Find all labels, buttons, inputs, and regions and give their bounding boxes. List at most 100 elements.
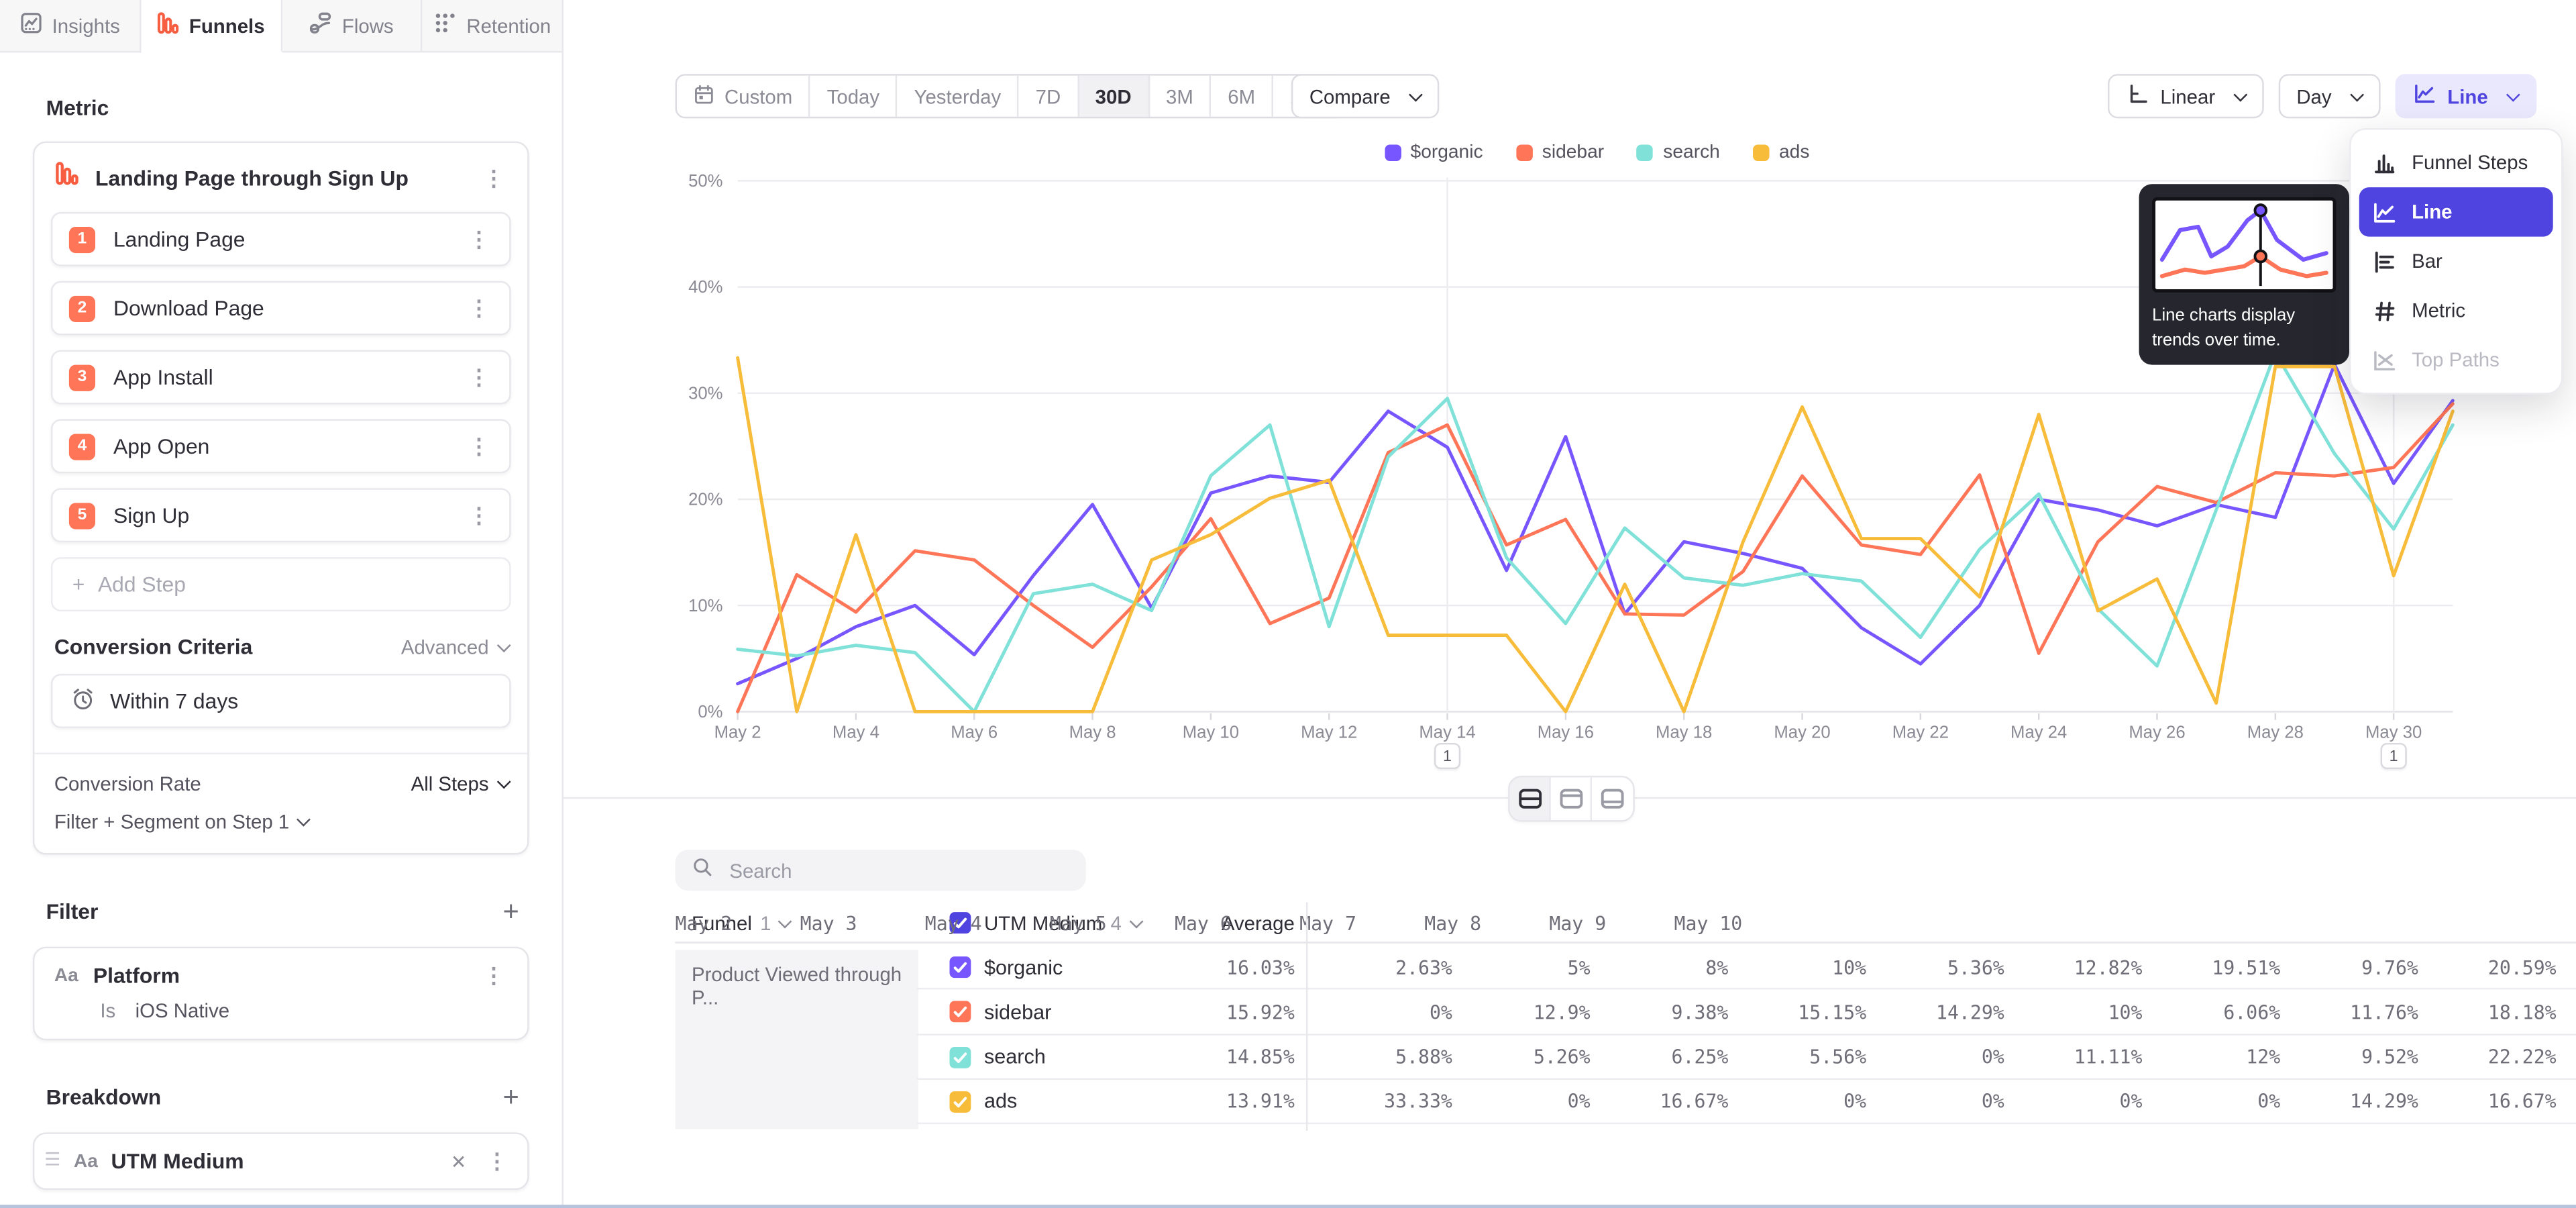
legend-item-organic[interactable]: $organic — [1384, 143, 1483, 162]
date-column-header-may-8[interactable]: May 8 — [1424, 911, 1549, 934]
average-value: 14.85% — [1226, 1035, 1295, 1080]
value-cell: 0% — [1568, 1079, 1591, 1124]
series-line-sidebar[interactable] — [738, 404, 2453, 712]
date-column-header-may-5[interactable]: May 5 — [1050, 911, 1175, 934]
tab-funnels[interactable]: Funnels — [141, 0, 282, 52]
series-line-organic[interactable] — [738, 364, 2453, 684]
menu-item-funnel-steps[interactable]: Funnel Steps — [2359, 138, 2553, 187]
value-cell: 12.9% — [1534, 990, 1591, 1035]
breakdown-kebab-icon[interactable]: ⋮ — [483, 1150, 511, 1172]
tab-label: Insights — [52, 14, 120, 37]
report-type-tabs: Insights Funnels Flows Retention — [0, 0, 564, 52]
step-kebab-icon[interactable]: ⋮ — [465, 366, 493, 388]
table-row-sidebar[interactable]: sidebar15.92%0%12.9%9.38%15.15%14.29%10%… — [917, 990, 2576, 1035]
conversion-rate-steps-dropdown[interactable]: All Steps — [411, 772, 508, 795]
svg-text:May 4: May 4 — [833, 723, 879, 742]
legend-item-search[interactable]: search — [1637, 143, 1720, 162]
tab-insights[interactable]: Insights — [0, 0, 141, 52]
date-column-header-may-2[interactable]: May 2 — [676, 911, 800, 934]
add-breakdown-button[interactable]: + — [503, 1083, 519, 1111]
value-cell: 0% — [2257, 1079, 2280, 1124]
tooltip-text: Line charts display trends over time. — [2152, 304, 2336, 352]
menu-item-metric[interactable]: Metric — [2359, 286, 2553, 335]
svg-text:0%: 0% — [698, 703, 722, 721]
conversion-window-button[interactable]: Within 7 days — [51, 674, 511, 728]
value-cell: 14.29% — [2350, 1079, 2418, 1124]
row-checkbox[interactable] — [950, 957, 971, 978]
filter-segment-dropdown[interactable]: Filter + Segment on Step 1 — [34, 795, 527, 853]
filter-value[interactable]: iOS Native — [136, 999, 229, 1022]
annotation-badge-may-14[interactable]: 1 — [1434, 743, 1460, 769]
breakdown-card[interactable]: ☰ Aa UTM Medium ✕ ⋮ — [33, 1132, 529, 1190]
value-cell: 19.51% — [2212, 945, 2280, 990]
step-kebab-icon[interactable]: ⋮ — [465, 505, 493, 526]
date-column-header-may-9[interactable]: May 9 — [1549, 911, 1674, 934]
date-column-header-may-6[interactable]: May 6 — [1175, 911, 1299, 934]
funnel-step-5[interactable]: 5Sign Up⋮ — [51, 488, 511, 542]
date-column-header-may-4[interactable]: May 4 — [925, 911, 1050, 934]
metric-kebab-icon[interactable]: ⋮ — [480, 167, 508, 189]
retention-icon — [433, 11, 456, 40]
legend-swatch — [1384, 145, 1400, 161]
funnel-step-4[interactable]: 4App Open⋮ — [51, 419, 511, 473]
remove-breakdown-icon[interactable]: ✕ — [447, 1150, 470, 1172]
menu-item-label: Metric — [2412, 299, 2465, 322]
filter-operator[interactable]: Is — [100, 999, 115, 1022]
funnel-step-2[interactable]: 2Download Page⋮ — [51, 281, 511, 336]
tab-label: Flows — [342, 14, 394, 37]
legend-item-sidebar[interactable]: sidebar — [1516, 143, 1605, 162]
value-cell: 10% — [2108, 990, 2143, 1035]
table-row-ads[interactable]: ads13.91%33.33%0%16.67%0%0%0%0%14.29%16.… — [917, 1079, 2576, 1124]
advanced-dropdown[interactable]: Advanced — [401, 636, 508, 658]
value-cell: 5.56% — [1809, 1035, 1866, 1080]
bar-chart-icon — [2372, 249, 2397, 274]
add-step-button[interactable]: + Add Step — [51, 557, 511, 611]
value-cell: 9.76% — [2361, 945, 2418, 990]
menu-item-bar[interactable]: Bar — [2359, 237, 2553, 286]
series-line-ads[interactable] — [738, 358, 2453, 711]
search-input[interactable] — [726, 857, 1069, 883]
value-cell: 18.18% — [2488, 990, 2557, 1035]
row-checkbox[interactable] — [950, 1046, 971, 1068]
date-column-header-may-3[interactable]: May 3 — [800, 911, 925, 934]
value-cell: 16.67% — [1660, 1079, 1729, 1124]
table-row-search[interactable]: search14.85%5.88%5.26%6.25%5.56%0%11.11%… — [917, 1035, 2576, 1080]
funnels-icon — [156, 11, 179, 40]
funnel-step-3[interactable]: 3App Install⋮ — [51, 350, 511, 405]
value-cell: 20.59% — [2488, 945, 2557, 990]
step-label: App Install — [113, 365, 465, 390]
date-column-header-may-7[interactable]: May 7 — [1299, 911, 1424, 934]
add-filter-button[interactable]: + — [503, 897, 519, 925]
legend-item-ads[interactable]: ads — [1753, 143, 1810, 162]
step-kebab-icon[interactable]: ⋮ — [465, 297, 493, 319]
menu-item-line[interactable]: Line — [2359, 187, 2553, 236]
drag-handle-icon[interactable]: ☰ — [44, 1152, 60, 1170]
value-cell: 16.67% — [2488, 1079, 2557, 1124]
breakdown-property-name: UTM Medium — [111, 1149, 434, 1174]
svg-text:50%: 50% — [688, 172, 722, 191]
funnel-name-cell[interactable]: Product Viewed through P... — [676, 950, 918, 1129]
step-label: Download Page — [113, 296, 465, 321]
value-cell: 0% — [2120, 1079, 2143, 1124]
value-cell: 0% — [1843, 1079, 1866, 1124]
line-chart[interactable]: 0%10%20%30%40%50%May 2May 4May 6May 8May… — [564, 0, 2576, 789]
step-kebab-icon[interactable]: ⋮ — [465, 228, 493, 250]
filter-card[interactable]: Aa Platform ⋮ Is iOS Native — [33, 947, 529, 1041]
table-row-organic[interactable]: $organic16.03%2.63%5%8%10%5.36%12.82%19.… — [917, 945, 2576, 990]
tab-flows[interactable]: Flows — [282, 0, 423, 52]
conversion-rate-label: Conversion Rate — [54, 772, 201, 795]
step-kebab-icon[interactable]: ⋮ — [465, 436, 493, 457]
date-column-header-may-10[interactable]: May 10 — [1674, 911, 1799, 934]
line-chart-icon — [2372, 200, 2397, 225]
annotation-badge-may-30[interactable]: 1 — [2381, 743, 2407, 769]
legend-swatch — [1637, 145, 1653, 161]
tab-retention[interactable]: Retention — [423, 0, 564, 52]
row-checkbox[interactable] — [950, 1001, 971, 1023]
filter-kebab-icon[interactable]: ⋮ — [480, 965, 508, 987]
chevron-down-icon — [496, 775, 509, 788]
row-checkbox[interactable] — [950, 1091, 971, 1113]
funnel-step-1[interactable]: 1Landing Page⋮ — [51, 212, 511, 266]
value-cell: 6.25% — [1672, 1035, 1729, 1080]
svg-text:May 24: May 24 — [2010, 723, 2067, 742]
filter-section-heading: Filter — [46, 899, 99, 924]
